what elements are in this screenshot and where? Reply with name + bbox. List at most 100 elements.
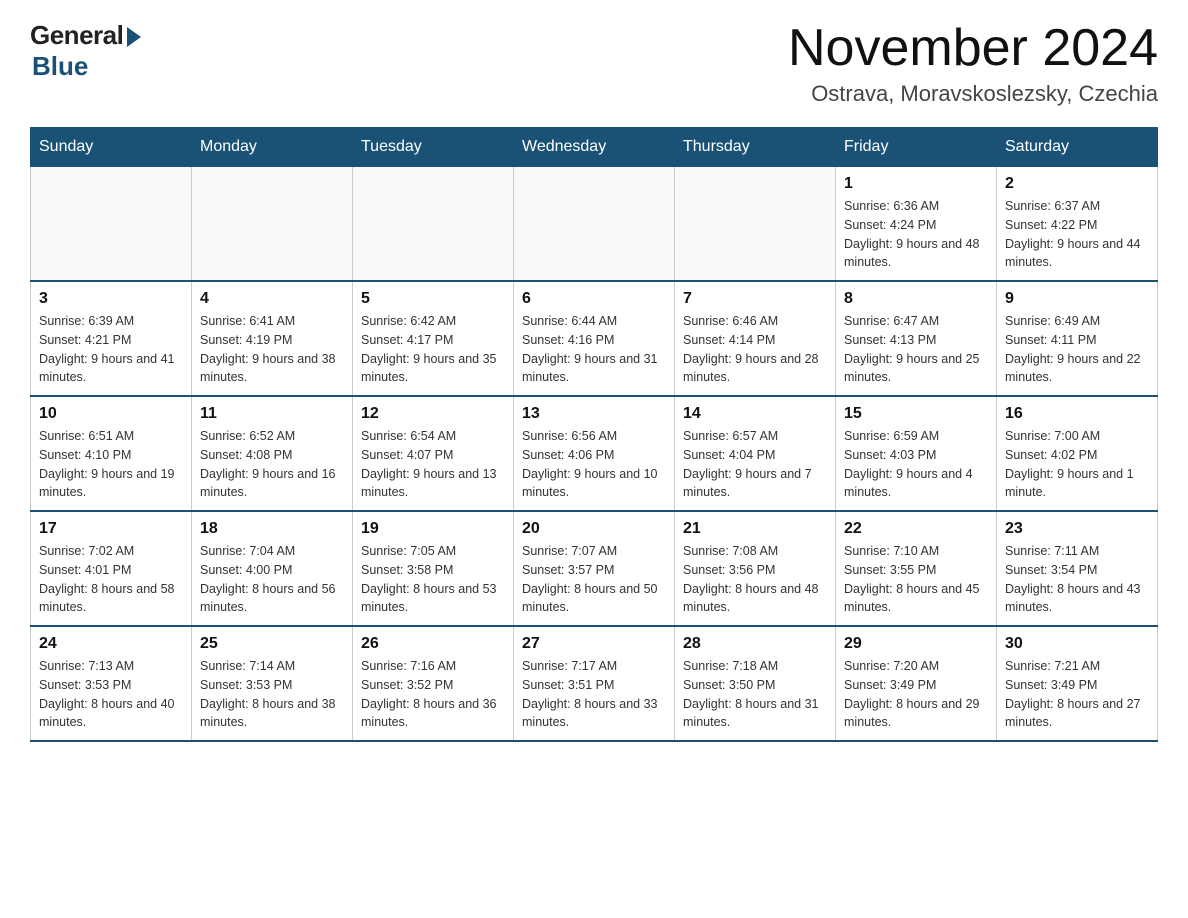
- day-number: 23: [1005, 520, 1149, 538]
- day-number: 17: [39, 520, 183, 538]
- day-number: 20: [522, 520, 666, 538]
- day-number: 26: [361, 635, 505, 653]
- day-number: 25: [200, 635, 344, 653]
- day-number: 3: [39, 290, 183, 308]
- day-info: Sunrise: 6:44 AMSunset: 4:16 PMDaylight:…: [522, 312, 666, 387]
- day-info: Sunrise: 7:20 AMSunset: 3:49 PMDaylight:…: [844, 657, 988, 732]
- header-row: SundayMondayTuesdayWednesdayThursdayFrid…: [31, 128, 1158, 167]
- day-cell: 11 Sunrise: 6:52 AMSunset: 4:08 PMDayligh…: [192, 396, 353, 511]
- day-number: 14: [683, 405, 827, 423]
- day-cell: 22 Sunrise: 7:10 AMSunset: 3:55 PMDayligh…: [836, 511, 997, 626]
- day-info: Sunrise: 6:52 AMSunset: 4:08 PMDaylight:…: [200, 427, 344, 502]
- day-cell: 9 Sunrise: 6:49 AMSunset: 4:11 PMDaylight…: [997, 281, 1158, 396]
- day-number: 10: [39, 405, 183, 423]
- day-info: Sunrise: 6:47 AMSunset: 4:13 PMDaylight:…: [844, 312, 988, 387]
- day-info: Sunrise: 7:08 AMSunset: 3:56 PMDaylight:…: [683, 542, 827, 617]
- location: Ostrava, Moravskoslezsky, Czechia: [788, 81, 1158, 107]
- day-cell: 15 Sunrise: 6:59 AMSunset: 4:03 PMDayligh…: [836, 396, 997, 511]
- day-cell: 6 Sunrise: 6:44 AMSunset: 4:16 PMDaylight…: [514, 281, 675, 396]
- day-info: Sunrise: 6:41 AMSunset: 4:19 PMDaylight:…: [200, 312, 344, 387]
- day-cell: 14Sunrise: 6:57 AMSunset: 4:04 PMDayligh…: [675, 396, 836, 511]
- day-info: Sunrise: 7:07 AMSunset: 3:57 PMDaylight:…: [522, 542, 666, 617]
- day-header-monday: Monday: [192, 128, 353, 167]
- day-cell: 25 Sunrise: 7:14 AMSunset: 3:53 PMDayligh…: [192, 626, 353, 741]
- logo-general-text: General: [30, 20, 123, 51]
- day-info: Sunrise: 7:00 AMSunset: 4:02 PMDaylight:…: [1005, 427, 1149, 502]
- day-header-friday: Friday: [836, 128, 997, 167]
- day-info: Sunrise: 6:51 AMSunset: 4:10 PMDaylight:…: [39, 427, 183, 502]
- logo-blue-text: Blue: [32, 51, 88, 82]
- day-info: Sunrise: 6:56 AMSunset: 4:06 PMDaylight:…: [522, 427, 666, 502]
- day-info: Sunrise: 6:46 AMSunset: 4:14 PMDaylight:…: [683, 312, 827, 387]
- day-info: Sunrise: 7:05 AMSunset: 3:58 PMDaylight:…: [361, 542, 505, 617]
- day-info: Sunrise: 6:54 AMSunset: 4:07 PMDaylight:…: [361, 427, 505, 502]
- day-cell: 5 Sunrise: 6:42 AMSunset: 4:17 PMDaylight…: [353, 281, 514, 396]
- day-header-tuesday: Tuesday: [353, 128, 514, 167]
- day-info: Sunrise: 6:59 AMSunset: 4:03 PMDaylight:…: [844, 427, 988, 502]
- day-info: Sunrise: 6:36 AMSunset: 4:24 PMDaylight:…: [844, 197, 988, 272]
- day-cell: [514, 167, 675, 282]
- day-info: Sunrise: 7:04 AMSunset: 4:00 PMDaylight:…: [200, 542, 344, 617]
- day-number: 15: [844, 405, 988, 423]
- week-row-4: 17 Sunrise: 7:02 AMSunset: 4:01 PMDayligh…: [31, 511, 1158, 626]
- day-cell: 10 Sunrise: 6:51 AMSunset: 4:10 PMDayligh…: [31, 396, 192, 511]
- day-cell: 28Sunrise: 7:18 AMSunset: 3:50 PMDayligh…: [675, 626, 836, 741]
- week-row-5: 24 Sunrise: 7:13 AMSunset: 3:53 PMDayligh…: [31, 626, 1158, 741]
- day-cell: 27Sunrise: 7:17 AMSunset: 3:51 PMDayligh…: [514, 626, 675, 741]
- day-info: Sunrise: 6:49 AMSunset: 4:11 PMDaylight:…: [1005, 312, 1149, 387]
- day-cell: 16 Sunrise: 7:00 AMSunset: 4:02 PMDayligh…: [997, 396, 1158, 511]
- day-cell: [31, 167, 192, 282]
- day-cell: 13 Sunrise: 6:56 AMSunset: 4:06 PMDayligh…: [514, 396, 675, 511]
- day-cell: 19 Sunrise: 7:05 AMSunset: 3:58 PMDayligh…: [353, 511, 514, 626]
- day-cell: 29Sunrise: 7:20 AMSunset: 3:49 PMDayligh…: [836, 626, 997, 741]
- month-title: November 2024: [788, 20, 1158, 77]
- day-cell: [353, 167, 514, 282]
- week-row-2: 3Sunrise: 6:39 AMSunset: 4:21 PMDaylight…: [31, 281, 1158, 396]
- day-cell: 8 Sunrise: 6:47 AMSunset: 4:13 PMDaylight…: [836, 281, 997, 396]
- day-cell: 24 Sunrise: 7:13 AMSunset: 3:53 PMDayligh…: [31, 626, 192, 741]
- day-info: Sunrise: 7:10 AMSunset: 3:55 PMDaylight:…: [844, 542, 988, 617]
- title-block: November 2024 Ostrava, Moravskoslezsky, …: [788, 20, 1158, 107]
- day-header-wednesday: Wednesday: [514, 128, 675, 167]
- day-number: 11: [200, 405, 344, 423]
- day-cell: 26 Sunrise: 7:16 AMSunset: 3:52 PMDayligh…: [353, 626, 514, 741]
- day-info: Sunrise: 7:02 AMSunset: 4:01 PMDaylight:…: [39, 542, 183, 617]
- day-header-thursday: Thursday: [675, 128, 836, 167]
- day-number: 5: [361, 290, 505, 308]
- day-info: Sunrise: 7:13 AMSunset: 3:53 PMDaylight:…: [39, 657, 183, 732]
- day-info: Sunrise: 7:21 AMSunset: 3:49 PMDaylight:…: [1005, 657, 1149, 732]
- day-info: Sunrise: 6:37 AMSunset: 4:22 PMDaylight:…: [1005, 197, 1149, 272]
- day-number: 4: [200, 290, 344, 308]
- day-number: 22: [844, 520, 988, 538]
- day-number: 1: [844, 175, 988, 193]
- day-cell: 17 Sunrise: 7:02 AMSunset: 4:01 PMDayligh…: [31, 511, 192, 626]
- logo-arrow-icon: [127, 27, 141, 47]
- day-number: 19: [361, 520, 505, 538]
- day-cell: 18Sunrise: 7:04 AMSunset: 4:00 PMDayligh…: [192, 511, 353, 626]
- day-cell: 2Sunrise: 6:37 AMSunset: 4:22 PMDaylight…: [997, 167, 1158, 282]
- day-cell: 3Sunrise: 6:39 AMSunset: 4:21 PMDaylight…: [31, 281, 192, 396]
- day-cell: 1 Sunrise: 6:36 AMSunset: 4:24 PMDaylight…: [836, 167, 997, 282]
- day-number: 8: [844, 290, 988, 308]
- day-number: 16: [1005, 405, 1149, 423]
- day-cell: 21Sunrise: 7:08 AMSunset: 3:56 PMDayligh…: [675, 511, 836, 626]
- day-info: Sunrise: 6:42 AMSunset: 4:17 PMDaylight:…: [361, 312, 505, 387]
- day-number: 12: [361, 405, 505, 423]
- day-number: 6: [522, 290, 666, 308]
- day-header-sunday: Sunday: [31, 128, 192, 167]
- day-cell: [675, 167, 836, 282]
- day-number: 13: [522, 405, 666, 423]
- day-number: 9: [1005, 290, 1149, 308]
- day-info: Sunrise: 7:14 AMSunset: 3:53 PMDaylight:…: [200, 657, 344, 732]
- day-header-saturday: Saturday: [997, 128, 1158, 167]
- calendar-table: SundayMondayTuesdayWednesdayThursdayFrid…: [30, 127, 1158, 742]
- day-cell: 23Sunrise: 7:11 AMSunset: 3:54 PMDayligh…: [997, 511, 1158, 626]
- day-number: 24: [39, 635, 183, 653]
- logo: General Blue: [30, 20, 141, 82]
- day-info: Sunrise: 7:17 AMSunset: 3:51 PMDaylight:…: [522, 657, 666, 732]
- day-cell: [192, 167, 353, 282]
- day-info: Sunrise: 7:16 AMSunset: 3:52 PMDaylight:…: [361, 657, 505, 732]
- day-number: 28: [683, 635, 827, 653]
- day-cell: 7Sunrise: 6:46 AMSunset: 4:14 PMDaylight…: [675, 281, 836, 396]
- day-cell: 4 Sunrise: 6:41 AMSunset: 4:19 PMDaylight…: [192, 281, 353, 396]
